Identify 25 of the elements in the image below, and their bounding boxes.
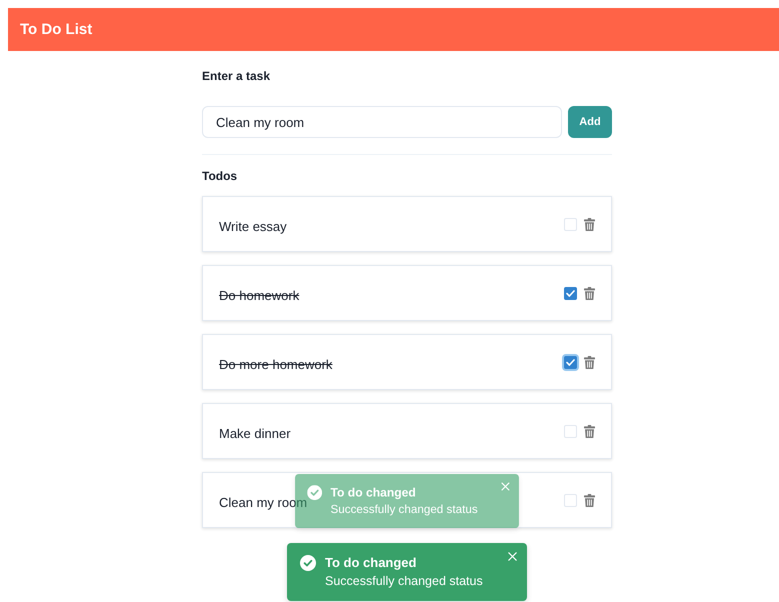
checkbox[interactable]: [564, 286, 577, 300]
trash-icon[interactable]: [584, 218, 595, 230]
check-circle-icon: [300, 555, 316, 571]
todo-text: Write essay: [219, 218, 287, 234]
trash-icon[interactable]: [584, 356, 595, 368]
trash-icon[interactable]: [584, 286, 595, 300]
tick-icon: [566, 358, 575, 366]
todo-text: Clean my room: [219, 494, 308, 510]
trash-icon[interactable]: [584, 494, 595, 506]
task-label: Enter a task: [202, 68, 270, 84]
close-icon[interactable]: [508, 552, 517, 561]
check-circle-icon: [307, 485, 322, 500]
toast-description: Successfully changed status: [330, 502, 478, 518]
toast-title: To do changed: [325, 554, 416, 572]
todo-text: Do more homework: [219, 356, 332, 372]
todo-text: Do homework: [219, 286, 300, 302]
trash-icon[interactable]: [584, 424, 595, 438]
toast-title: To do changed: [330, 484, 416, 501]
toast-description: Successfully changed status: [325, 573, 483, 590]
todos-heading: Todos: [202, 168, 238, 184]
add-button[interactable]: Add: [568, 106, 612, 138]
todo-text: Make dinner: [219, 424, 291, 440]
app-title: To Do List: [20, 21, 92, 38]
task-input[interactable]: Clean my room: [202, 106, 562, 138]
tick-icon: [566, 290, 575, 296]
